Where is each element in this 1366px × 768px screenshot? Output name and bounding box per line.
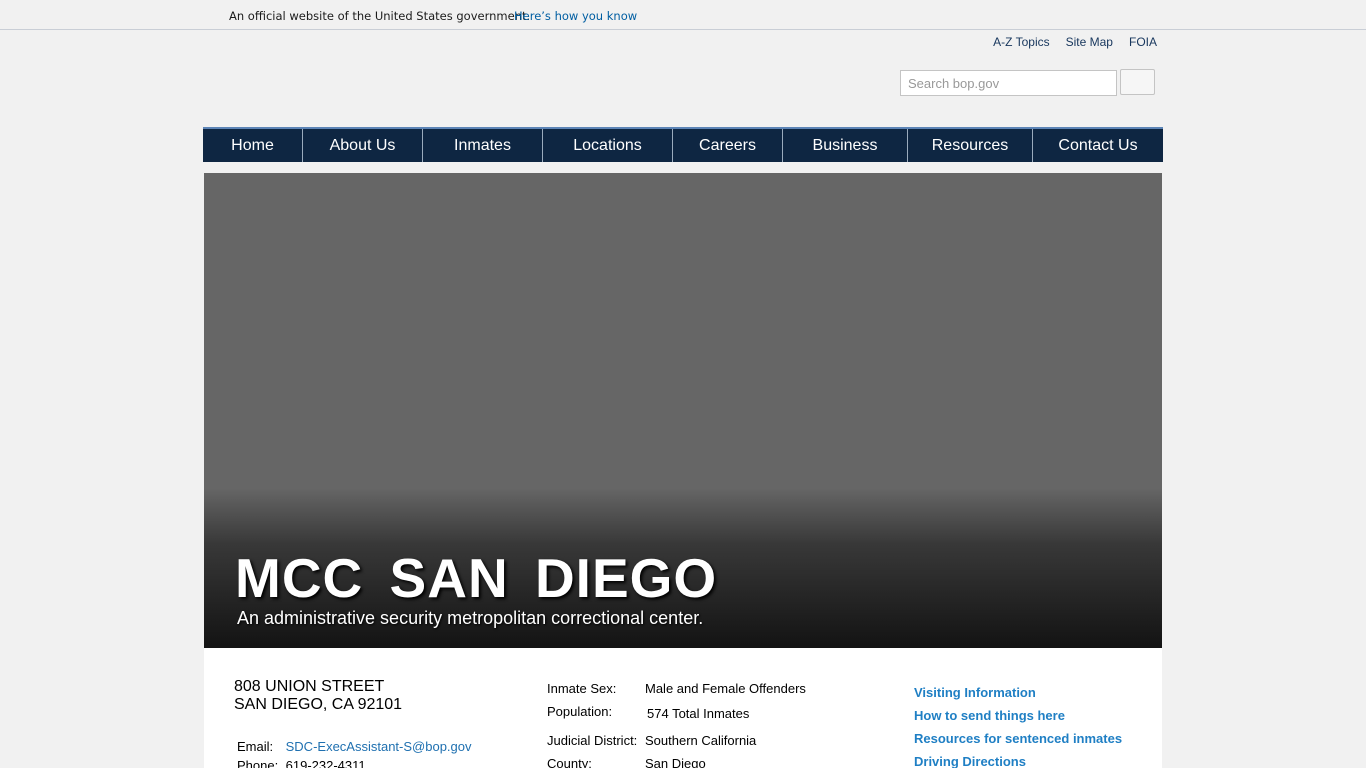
email-label: Email: [237, 739, 274, 754]
address-line-2: SAN DIEGO, CA 92101 [234, 696, 403, 713]
hero-banner: MCC SAN DIEGO An administrative security… [204, 173, 1162, 648]
facility-subtitle: An administrative security metropolitan … [237, 608, 704, 628]
quick-links: Visiting Information How to send things … [914, 681, 1122, 768]
fact-value: Southern California [645, 733, 757, 748]
heres-how-you-know-link[interactable]: Here’s how you know [514, 9, 637, 23]
fact-label: Population: [547, 704, 613, 719]
fact-value: San Diego [645, 756, 706, 768]
nav-home[interactable]: Home [203, 129, 303, 162]
email-link[interactable]: SDC-ExecAssistant-S@bop.gov [286, 739, 472, 754]
az-topics-link[interactable]: A-Z Topics [993, 35, 1049, 49]
fact-label: Judicial District: [547, 733, 638, 748]
utility-links: A-Z Topics Site Map FOIA [993, 35, 1157, 49]
nav-about-us[interactable]: About Us [303, 129, 423, 162]
sentenced-inmates-resources-link[interactable]: Resources for sentenced inmates [914, 727, 1122, 750]
fact-label: County: [547, 756, 592, 768]
nav-locations[interactable]: Locations [543, 129, 673, 162]
main-nav: Home About Us Inmates Locations Careers … [203, 127, 1163, 162]
driving-directions-link[interactable]: Driving Directions [914, 750, 1122, 768]
site-map-link[interactable]: Site Map [1066, 35, 1113, 49]
gov-banner-text: An official website of the United States… [229, 9, 531, 23]
phone-label: Phone: [237, 758, 279, 768]
fact-value: 574 Total Inmates [647, 706, 750, 721]
send-things-link[interactable]: How to send things here [914, 704, 1122, 727]
visiting-information-link[interactable]: Visiting Information [914, 681, 1122, 704]
nav-resources[interactable]: Resources [908, 129, 1033, 162]
facility-contact: Email: SDC-ExecAssistant-S@bop.gov Phone… [237, 737, 472, 768]
facility-address: 808 UNION STREET SAN DIEGO, CA 92101 [234, 678, 402, 714]
address-line-1: 808 UNION STREET [234, 678, 385, 695]
nav-careers[interactable]: Careers [673, 129, 783, 162]
fact-label: Inmate Sex: [547, 681, 617, 696]
search-input[interactable] [900, 70, 1117, 96]
search-button[interactable] [1120, 69, 1155, 95]
phone-value: 619-232-4311 [285, 758, 366, 768]
nav-contact-us[interactable]: Contact Us [1033, 129, 1163, 162]
nav-inmates[interactable]: Inmates [423, 129, 543, 162]
facility-title: MCC SAN DIEGO [235, 547, 718, 609]
fact-value: Male and Female Offenders [645, 681, 806, 696]
facility-info-panel: 808 UNION STREET SAN DIEGO, CA 92101 Ema… [204, 648, 1162, 768]
foia-link[interactable]: FOIA [1129, 35, 1157, 49]
nav-business[interactable]: Business [783, 129, 908, 162]
gov-banner: An official website of the United States… [0, 0, 1366, 30]
